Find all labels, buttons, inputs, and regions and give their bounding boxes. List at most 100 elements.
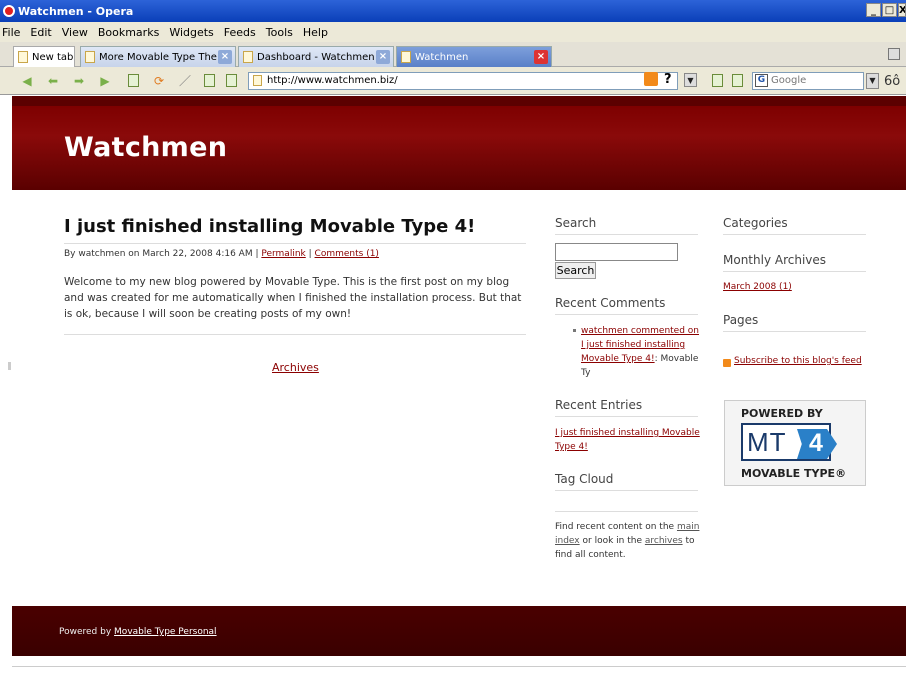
edit-icon[interactable]: ／ (178, 74, 192, 88)
divider (555, 490, 698, 491)
window-title: Watchmen - Opera (18, 4, 134, 18)
page-action-icon[interactable] (128, 74, 139, 87)
sidebar-handle[interactable] (8, 362, 11, 370)
divider (64, 334, 526, 335)
menu-file[interactable]: File (2, 26, 20, 39)
header-stripe (12, 96, 906, 106)
menu-feeds[interactable]: Feeds (224, 26, 256, 39)
badge-powered-text: POWERED BY (741, 407, 823, 420)
bullet-icon (573, 329, 576, 332)
reload-icon[interactable]: ⟳ (152, 74, 166, 88)
site-header: Watchmen (12, 96, 906, 190)
site-title[interactable]: Watchmen (64, 132, 227, 163)
hexagon-icon: 4 (797, 429, 837, 459)
footer-prefix: Powered by (59, 627, 112, 637)
close-tab-icon[interactable]: × (534, 50, 548, 64)
page-icon (85, 51, 95, 63)
divider (723, 331, 866, 332)
footer-text: Powered by Movable Type Personal (59, 627, 217, 637)
rewind-icon[interactable]: ◀ (20, 74, 34, 88)
menu-bookmarks[interactable]: Bookmarks (98, 26, 159, 39)
forward-icon[interactable]: ➡ (72, 74, 86, 88)
tag-cloud-heading: Tag Cloud (555, 472, 614, 486)
recent-entry-link[interactable]: I just finished installing Movable Type … (555, 428, 700, 452)
help-button[interactable]: ? (664, 72, 672, 87)
search-engine-dropdown[interactable]: ▼ (866, 73, 879, 89)
tab-label: Dashboard - Watchmen |... (257, 51, 391, 63)
chevron-down-icon[interactable]: ▼ (684, 73, 697, 87)
tab-label: Watchmen (415, 51, 469, 63)
tab-label: More Movable Type The... (99, 51, 227, 63)
divider (723, 271, 866, 272)
divider (555, 416, 698, 417)
search-engine-input[interactable]: G Google (752, 72, 864, 90)
tab-label: New tab (32, 51, 74, 63)
recent-comments-heading: Recent Comments (555, 296, 666, 310)
page-icon (401, 51, 411, 63)
address-bar[interactable]: http://www.watchmen.biz/ (248, 72, 678, 90)
search-input[interactable] (555, 243, 678, 261)
trash-icon[interactable] (888, 48, 900, 60)
tab-watchmen[interactable]: Watchmen × (396, 46, 552, 67)
menu-help[interactable]: Help (303, 26, 328, 39)
divider (555, 511, 698, 512)
page-icon (18, 51, 28, 63)
tab-dashboard[interactable]: Dashboard - Watchmen |... × (238, 46, 394, 67)
page-icon (243, 51, 253, 63)
maximize-button[interactable]: □ (882, 3, 897, 17)
close-window-button[interactable]: X (898, 3, 906, 17)
page-action-icon[interactable] (712, 74, 723, 87)
close-tab-icon[interactable]: × (218, 50, 232, 64)
monthly-archives-heading: Monthly Archives (723, 253, 827, 267)
permalink-link[interactable]: Permalink (261, 249, 305, 259)
byline-text: By watchmen on March 22, 2008 4:16 AM | (64, 249, 259, 259)
recent-entries-heading: Recent Entries (555, 398, 643, 412)
glasses-icon[interactable]: 6ô (884, 74, 900, 89)
mt-letters: MT (747, 427, 787, 457)
close-tab-icon[interactable]: × (376, 50, 390, 64)
divider (12, 666, 906, 667)
page-action-icon[interactable] (226, 74, 237, 87)
subscribe-feed-link[interactable]: Subscribe to this blog's feed (734, 356, 862, 366)
mt-logo: MT 4 (741, 423, 837, 461)
monthly-archive-link[interactable]: March 2008 (1) (723, 282, 792, 292)
address-url: http://www.watchmen.biz/ (267, 75, 398, 86)
find-content-note: Find recent content on the main index or… (555, 520, 705, 562)
categories-heading: Categories (723, 216, 788, 230)
find-text: Find recent content on the (555, 522, 675, 532)
menu-widgets[interactable]: Widgets (169, 26, 213, 39)
recent-entry-item: I just finished installing Movable Type … (555, 426, 705, 454)
search-button[interactable]: Search (555, 262, 596, 279)
page-action-icon[interactable] (204, 74, 215, 87)
tab-bar: New tab More Movable Type The... × Dashb… (0, 42, 906, 67)
fast-forward-icon[interactable]: ▶ (98, 74, 112, 88)
archives-link[interactable]: Archives (272, 361, 319, 374)
search-heading: Search (555, 216, 597, 230)
search-engine-placeholder: Google (771, 75, 807, 86)
menu-tools[interactable]: Tools (266, 26, 293, 39)
divider (555, 234, 698, 235)
archives-sidebar-link[interactable]: archives (645, 536, 683, 546)
recent-comment-item: watchmen commented on I just finished in… (581, 324, 703, 380)
menu-edit[interactable]: Edit (30, 26, 51, 39)
minimize-button[interactable]: _ (866, 3, 881, 17)
powered-by-mt-badge[interactable]: POWERED BY MT 4 MOVABLE TYPE® (724, 400, 866, 486)
tab-more-movable-type[interactable]: More Movable Type The... × (80, 46, 236, 67)
divider (723, 234, 866, 235)
google-icon: G (755, 74, 768, 87)
back-icon[interactable]: ⬅ (46, 74, 60, 88)
site-footer: Powered by Movable Type Personal (12, 606, 906, 656)
feed-icon (723, 359, 731, 367)
page-icon (253, 75, 262, 86)
badge-product-name: MOVABLE TYPE® (741, 467, 847, 480)
footer-link[interactable]: Movable Type Personal (114, 627, 217, 637)
comments-link[interactable]: Comments (1) (315, 249, 379, 259)
page-action-icon[interactable] (732, 74, 743, 87)
mt-version: 4 (809, 429, 823, 457)
post-title[interactable]: I just finished installing Movable Type … (64, 216, 475, 237)
menu-view[interactable]: View (62, 26, 88, 39)
tab-new-tab[interactable]: New tab (13, 46, 75, 67)
post-body: Welcome to my new blog powered by Movabl… (64, 276, 522, 320)
menu-bar: File Edit View Bookmarks Widgets Feeds T… (0, 22, 906, 42)
rss-feed-icon[interactable] (644, 72, 658, 86)
